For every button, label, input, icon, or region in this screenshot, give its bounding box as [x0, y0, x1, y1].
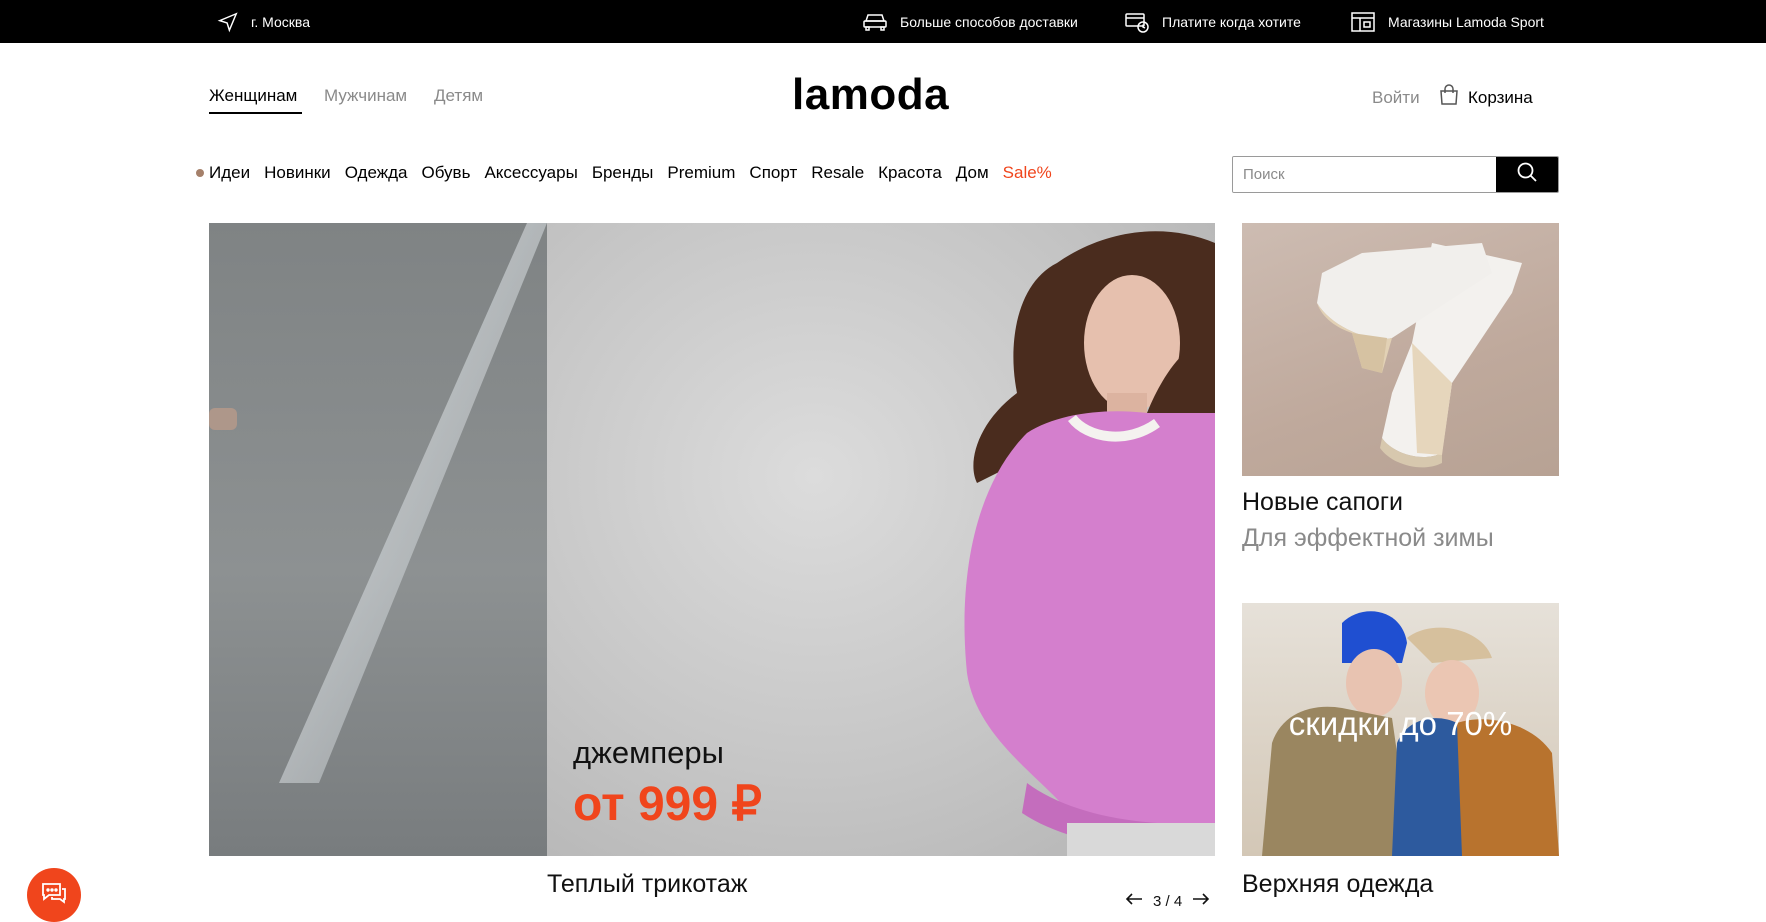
arrow-right-icon[interactable] [1192, 892, 1210, 910]
nav-item-sport[interactable]: Спорт [749, 163, 797, 183]
tab-men[interactable]: Мужчинам [324, 86, 407, 106]
nav-item-accessories[interactable]: Аксессуары [484, 163, 577, 183]
city-label: г. Москва [251, 13, 310, 30]
hero-light-beam-image [209, 223, 547, 783]
lamoda-logo[interactable]: lamoda [792, 70, 949, 120]
nav-item-beauty[interactable]: Красота [878, 163, 942, 183]
nav-item-sale[interactable]: Sale% [1003, 163, 1052, 183]
nav-item-shoes[interactable]: Обувь [421, 163, 470, 183]
cart-icon [1438, 84, 1460, 111]
pay-later-link[interactable]: Платите когда хотите [1124, 0, 1301, 43]
search-button[interactable] [1496, 157, 1558, 192]
search-input[interactable] [1233, 157, 1497, 192]
outerwear-card-title[interactable]: Верхняя одежда [1242, 870, 1433, 899]
outerwear-promo-text: скидки до 70% [1288, 705, 1513, 742]
search-icon [1516, 161, 1538, 188]
category-nav: Идеи Новинки Одежда Обувь Аксессуары Бре… [196, 163, 1066, 183]
arrow-left-icon[interactable] [1125, 892, 1143, 910]
outerwear-card-image[interactable]: скидки до 70% [1242, 603, 1559, 856]
tab-women[interactable]: Женщинам [209, 86, 297, 106]
card-icon [1124, 11, 1150, 33]
hero-caption: джемперы [573, 735, 724, 770]
delivery-label: Больше способов доставки [900, 13, 1078, 30]
active-tab-underline [209, 112, 302, 114]
top-bar: г. Москва Больше способов доставки Плати… [0, 0, 1766, 43]
delivery-link[interactable]: Больше способов доставки [862, 0, 1078, 43]
boots-card-image[interactable] [1242, 223, 1559, 476]
boots-card-title[interactable]: Новые сапоги [1242, 488, 1403, 517]
city-selector[interactable]: г. Москва [217, 0, 310, 43]
location-arrow-icon [217, 11, 239, 33]
boots-card-subtitle: Для эффектной зимы [1242, 524, 1494, 552]
tab-kids[interactable]: Детям [434, 86, 483, 106]
nav-item-clothes[interactable]: Одежда [345, 163, 408, 183]
ideas-dot [196, 169, 204, 177]
stores-link[interactable]: Магазины Lamoda Sport [1350, 0, 1544, 43]
login-link[interactable]: Войти [1372, 88, 1420, 108]
hero-title[interactable]: Теплый трикотаж [547, 870, 747, 899]
cart-button[interactable]: Корзина [1438, 84, 1533, 111]
chat-icon [40, 881, 68, 910]
nav-item-brands[interactable]: Бренды [592, 163, 654, 183]
pay-later-label: Платите когда хотите [1162, 13, 1301, 30]
hero-pager: 3 / 4 [1125, 892, 1210, 910]
search-box [1232, 156, 1559, 193]
store-icon [1350, 11, 1376, 33]
hero-banner[interactable]: джемперы от 999 ₽ [209, 223, 1215, 856]
cart-label: Корзина [1468, 87, 1533, 107]
nav-item-resale[interactable]: Resale [811, 163, 864, 183]
car-icon [862, 12, 888, 32]
nav-item-new[interactable]: Новинки [264, 163, 331, 183]
nav-item-home[interactable]: Дом [956, 163, 989, 183]
hero-price: от 999 ₽ [573, 778, 762, 831]
pager-count: 3 / 4 [1153, 892, 1183, 910]
nav-item-ideas[interactable]: Идеи [209, 163, 250, 183]
stores-label: Магазины Lamoda Sport [1388, 13, 1544, 30]
nav-item-premium[interactable]: Premium [667, 163, 735, 183]
white-boots-image [1317, 243, 1522, 468]
